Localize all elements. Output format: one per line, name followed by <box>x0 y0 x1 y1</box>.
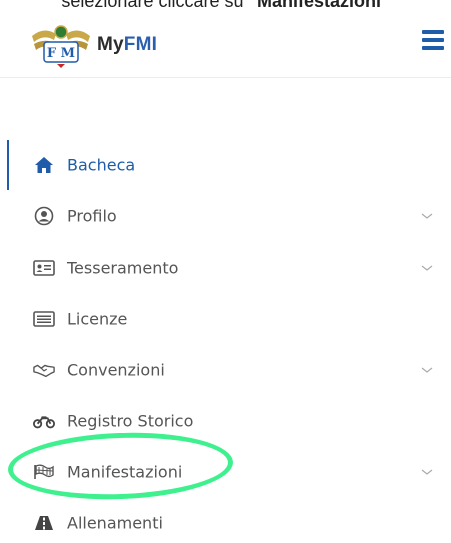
hamburger-menu-icon[interactable] <box>422 30 444 50</box>
user-circle-icon <box>33 206 55 226</box>
hamburger-line <box>422 38 444 42</box>
road-icon <box>33 514 55 532</box>
sidebar-item-manifestazioni[interactable]: Manifestazioni <box>0 452 451 492</box>
motorcycle-icon <box>33 412 55 430</box>
chevron-down-icon[interactable] <box>420 263 434 273</box>
home-icon <box>33 156 55 174</box>
brand-prefix: My <box>97 34 124 55</box>
sidebar-item-allenamenti[interactable]: Allenamenti <box>0 503 451 543</box>
checkered-flag-icon <box>33 463 55 481</box>
sidebar-item-label: Profilo <box>67 206 117 226</box>
sidebar-item-tesseramento[interactable]: Tesseramento <box>0 248 451 288</box>
sidebar-item-licenze[interactable]: Licenze <box>0 299 451 339</box>
sidebar-item-label: Manifestazioni <box>67 462 183 482</box>
brand-accent: FMI <box>123 34 158 55</box>
sidebar-item-convenzioni[interactable]: Convenzioni <box>0 350 451 390</box>
sidebar-item-label: Bacheca <box>67 155 136 175</box>
sidebar-item-bacheca[interactable]: Bacheca <box>0 145 451 185</box>
brand-title: MyFMI <box>97 34 157 56</box>
sidebar-item-label: Registro Storico <box>67 411 194 431</box>
sidebar-item-label: Tesseramento <box>67 258 179 278</box>
hamburger-line <box>422 30 444 34</box>
chevron-down-icon[interactable] <box>420 211 434 221</box>
sidebar-item-label: Convenzioni <box>67 360 165 380</box>
sidebar-item-label: Licenze <box>67 309 128 329</box>
sidebar-item-profilo[interactable]: Profilo <box>0 196 451 236</box>
svg-text:F M: F M <box>47 46 75 61</box>
chevron-down-icon[interactable] <box>420 467 434 477</box>
handshake-icon <box>33 361 55 379</box>
app-header: F M MyFMI <box>0 0 451 78</box>
hamburger-line <box>422 46 444 50</box>
list-card-icon <box>33 310 55 328</box>
sidebar-item-registro-storico[interactable]: Registro Storico <box>0 401 451 441</box>
chevron-down-icon[interactable] <box>420 365 434 375</box>
fmi-logo-icon[interactable]: F M <box>30 22 92 68</box>
id-card-icon <box>33 259 55 277</box>
